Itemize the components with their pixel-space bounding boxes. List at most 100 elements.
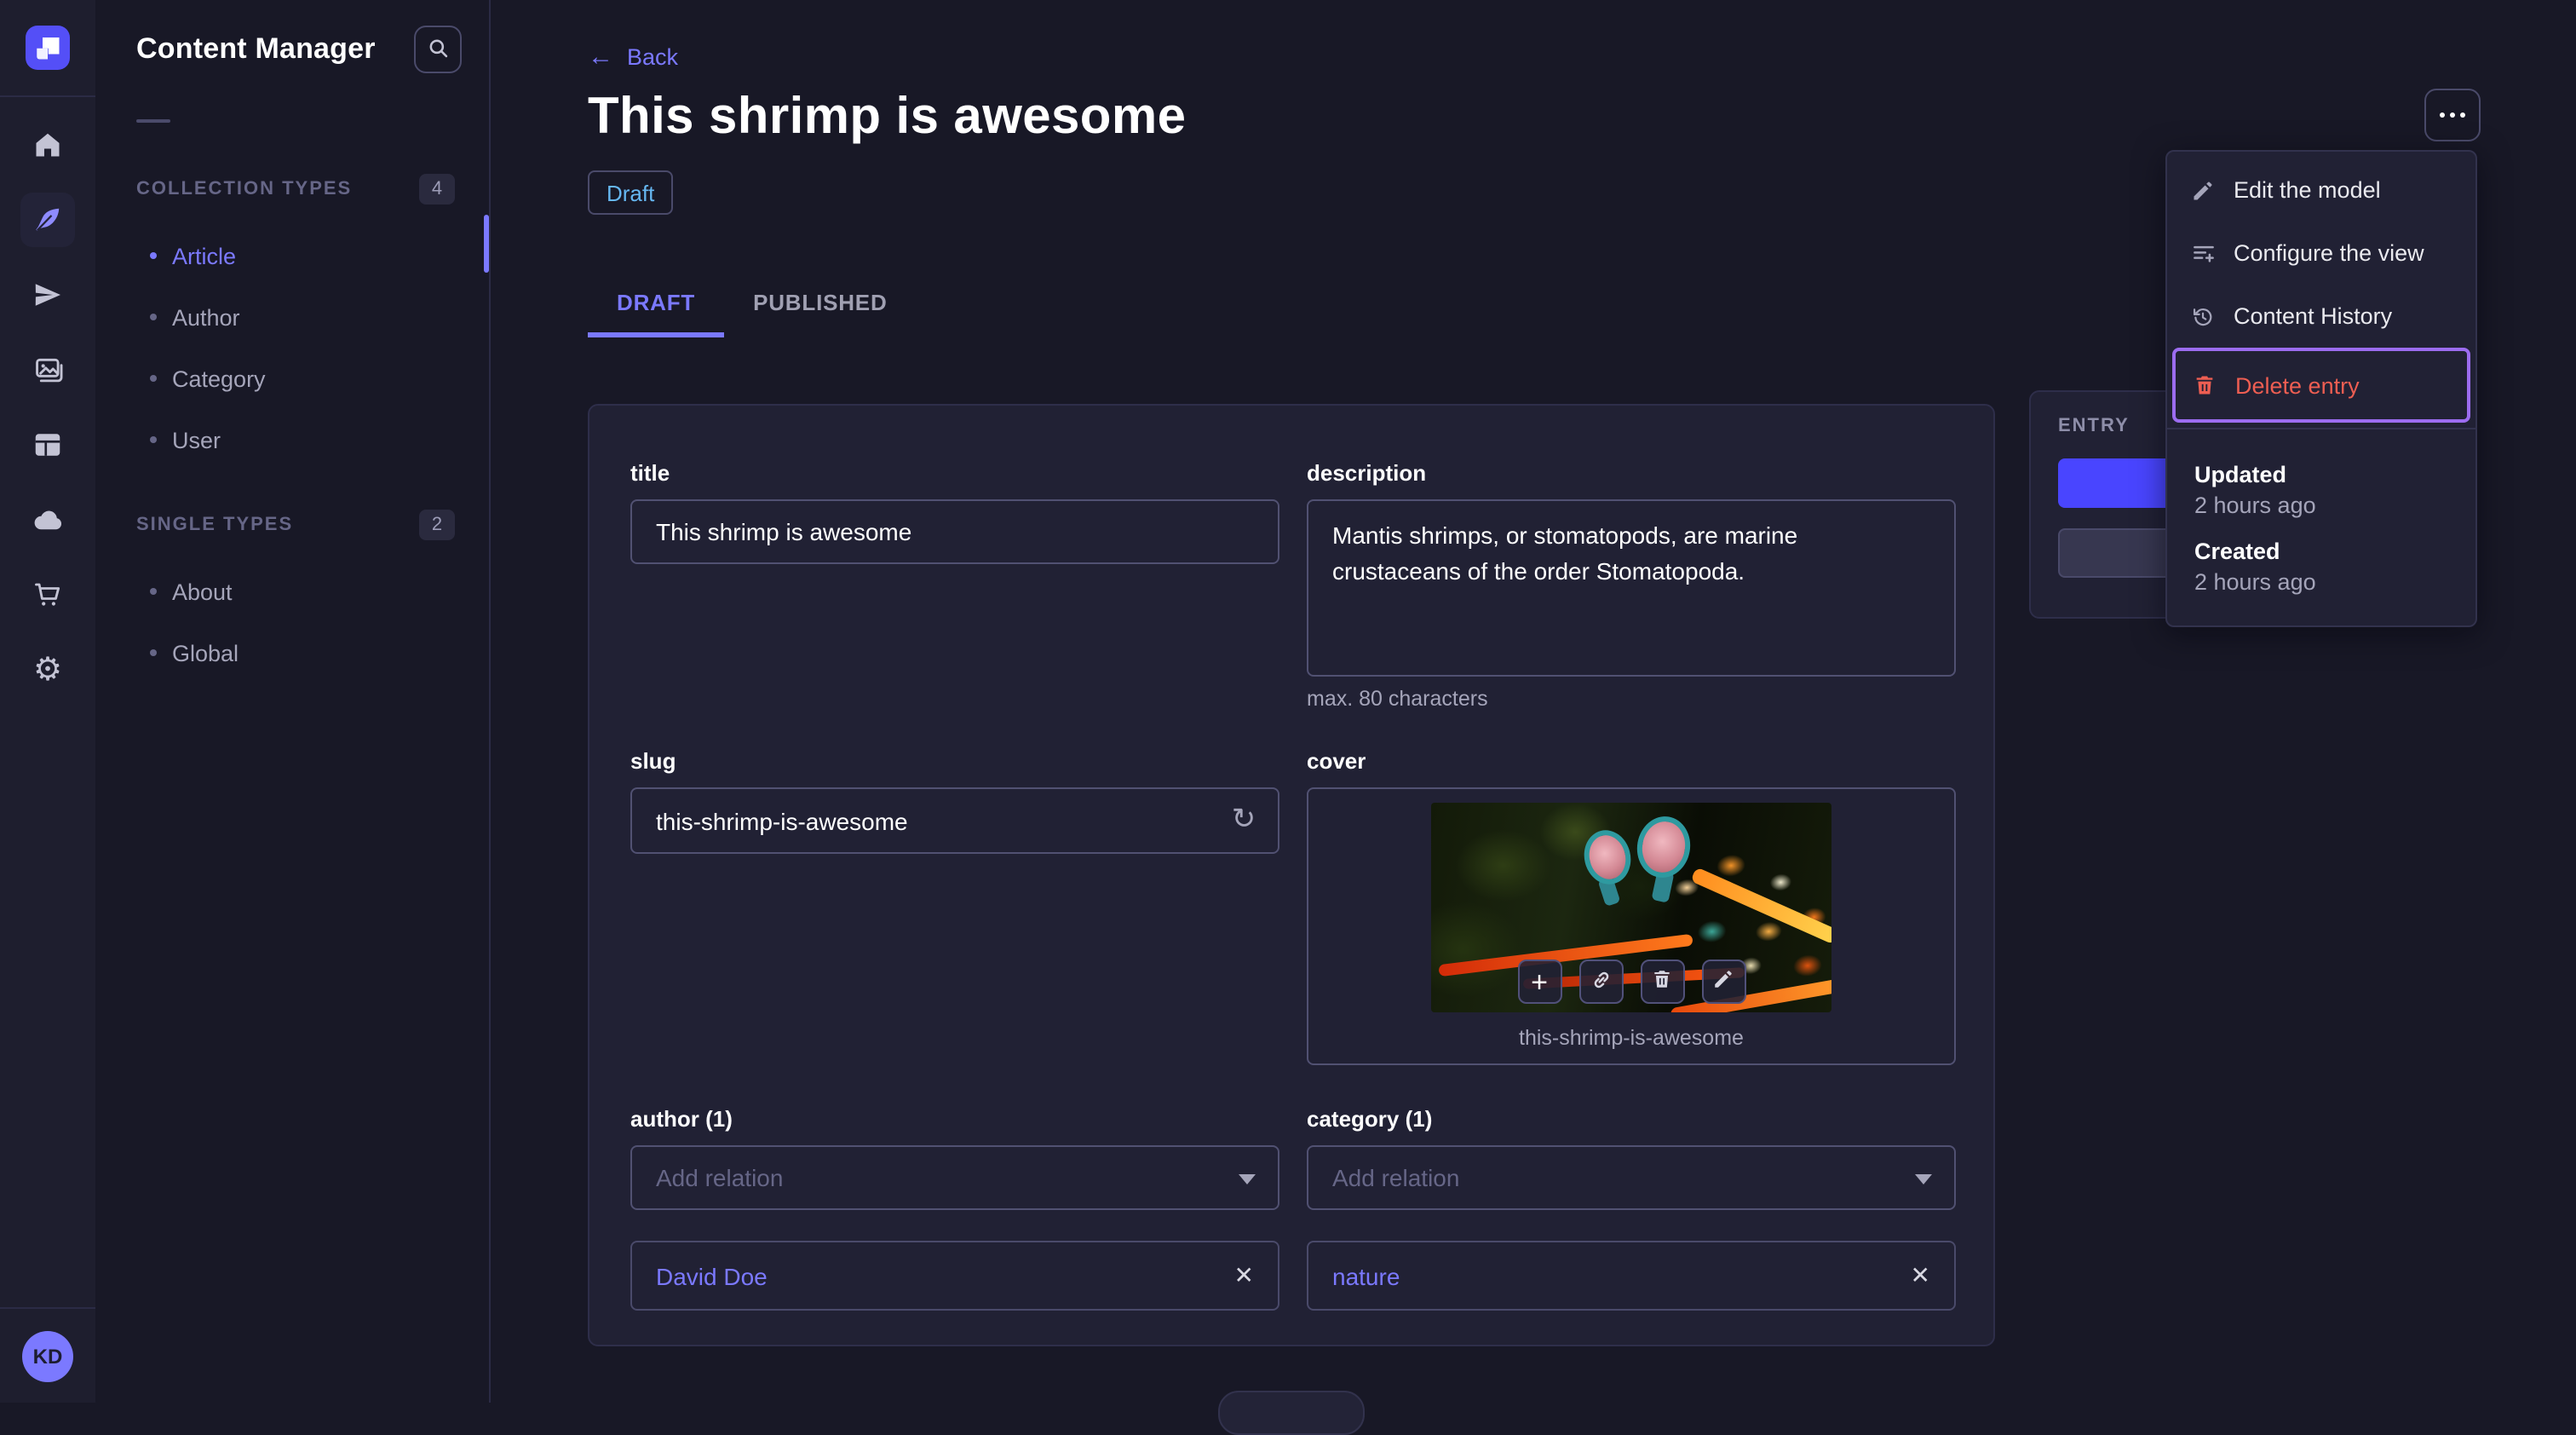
- main-navbar: ⚙ KD: [0, 0, 97, 1403]
- sidebar-item-author[interactable]: Author: [95, 286, 489, 348]
- back-arrow-icon: ←: [588, 42, 613, 71]
- plus-icon: +: [1531, 965, 1548, 998]
- more-actions-button[interactable]: [2424, 89, 2481, 141]
- single-types-count-badge: 2: [419, 510, 455, 540]
- content-manager-subnav: Content Manager COLLECTION TYPES 4 Artic…: [95, 0, 491, 1403]
- cover-filename: this-shrimp-is-awesome: [1519, 1026, 1744, 1050]
- search-button[interactable]: [414, 26, 462, 73]
- user-avatar[interactable]: KD: [22, 1331, 73, 1382]
- dot-icon: [2440, 112, 2445, 118]
- remove-relation-icon[interactable]: ✕: [1911, 1261, 1930, 1290]
- field-author: author (1) Add relation David Doe ✕: [630, 1106, 1279, 1311]
- form-grid: title description Mantis shrimps, or sto…: [630, 460, 1956, 1311]
- menu-item-edit-model[interactable]: Edit the model: [2167, 158, 2475, 222]
- sidebar-item-label: About: [172, 579, 233, 604]
- author-add-relation-combobox[interactable]: Add relation: [630, 1145, 1279, 1210]
- slug-label: slug: [630, 748, 676, 774]
- category-relation-link[interactable]: nature: [1332, 1262, 1400, 1289]
- bullet-icon: [150, 649, 157, 656]
- sidebar-item-user[interactable]: User: [95, 409, 489, 470]
- edit-asset-button[interactable]: [1701, 960, 1745, 1004]
- field-description: description Mantis shrimps, or stomatopo…: [1307, 460, 1956, 711]
- app-root: ⚙ KD Content Manager COLLECTION TYPES 4: [0, 0, 2576, 1435]
- bullet-icon: [150, 588, 157, 595]
- user-initials: KD: [32, 1345, 63, 1369]
- category-add-relation-combobox[interactable]: Add relation: [1307, 1145, 1956, 1210]
- navbar-icon-list: ⚙: [0, 107, 95, 707]
- history-icon: [2189, 304, 2217, 328]
- more-actions-menu: Edit the model Configure the view Conten…: [2165, 150, 2477, 627]
- description-label: description: [1307, 460, 1427, 486]
- menu-item-label: Delete entry: [2235, 372, 2360, 398]
- menu-item-configure-view[interactable]: Configure the view: [2167, 222, 2475, 285]
- sidebar-item-label: User: [172, 427, 221, 452]
- subnav-header: Content Manager: [95, 0, 489, 73]
- chevron-down-icon: [1239, 1174, 1256, 1184]
- sidebar-item-article[interactable]: Article: [95, 225, 489, 286]
- nav-releases-button[interactable]: [0, 257, 95, 332]
- description-textarea[interactable]: Mantis shrimps, or stomatopods, are mari…: [1307, 499, 1956, 677]
- updated-label: Updated: [2194, 462, 2286, 487]
- menu-item-label: Content History: [2234, 303, 2393, 329]
- navbar-divider: [0, 95, 95, 97]
- search-icon: [426, 35, 450, 64]
- copy-link-button[interactable]: [1578, 960, 1623, 1004]
- author-relation-link[interactable]: David Doe: [656, 1262, 768, 1289]
- nav-home-button[interactable]: [0, 107, 95, 182]
- menu-item-content-history[interactable]: Content History: [2167, 285, 2475, 348]
- sidebar-item-label: Global: [172, 640, 239, 666]
- main-content: ← Back This shrimp is awesome Draft DRAF…: [489, 0, 2576, 1435]
- slug-input[interactable]: [630, 787, 1279, 854]
- trash-icon: [1651, 968, 1673, 995]
- author-placeholder: Add relation: [656, 1164, 784, 1191]
- updated-block: Updated 2 hours ago: [2194, 462, 2448, 518]
- link-icon: [1589, 967, 1613, 996]
- author-label: author (1): [630, 1106, 733, 1132]
- cover-image-mantis-shrimp[interactable]: +: [1431, 803, 1831, 1012]
- nav-content-manager-button[interactable]: [0, 182, 95, 257]
- sidebar-item-category[interactable]: Category: [95, 348, 489, 409]
- back-label: Back: [627, 44, 679, 70]
- regenerate-slug-button[interactable]: ↻: [1225, 801, 1262, 839]
- back-link[interactable]: ← Back: [588, 42, 679, 71]
- strapi-logo-icon: [37, 37, 60, 60]
- remove-relation-icon[interactable]: ✕: [1234, 1261, 1254, 1290]
- menu-item-delete-entry[interactable]: Delete entry: [2172, 348, 2470, 423]
- sidebar-item-global[interactable]: Global: [95, 622, 489, 683]
- tab-draft[interactable]: DRAFT: [588, 280, 725, 337]
- version-tabs: DRAFT PUBLISHED: [588, 280, 917, 337]
- description-hint: max. 80 characters: [1307, 687, 1488, 711]
- menu-item-label: Edit the model: [2234, 177, 2381, 203]
- status-badge: Draft: [588, 170, 674, 215]
- delete-asset-button[interactable]: [1640, 960, 1684, 1004]
- list-settings-icon: [2189, 240, 2217, 266]
- add-asset-button[interactable]: +: [1517, 960, 1561, 1004]
- bullet-icon: [150, 375, 157, 382]
- nav-media-library-button[interactable]: [0, 332, 95, 407]
- sidebar-item-about[interactable]: About: [95, 561, 489, 622]
- chevron-down-icon: [1915, 1174, 1932, 1184]
- nav-content-type-builder-button[interactable]: [0, 407, 95, 482]
- strapi-logo[interactable]: [26, 26, 70, 70]
- collection-types-header: COLLECTION TYPES 4: [136, 174, 455, 205]
- cover-actions: +: [1517, 960, 1745, 1004]
- nav-cloud-button[interactable]: [0, 482, 95, 557]
- category-relation-item: nature ✕: [1307, 1241, 1956, 1311]
- created-value: 2 hours ago: [2194, 569, 2316, 595]
- nav-marketplace-button[interactable]: [0, 557, 95, 632]
- menu-item-label: Configure the view: [2234, 240, 2424, 266]
- gear-icon: ⚙: [32, 652, 63, 688]
- entry-form-card: title description Mantis shrimps, or sto…: [588, 404, 1995, 1346]
- pencil-icon: [2189, 178, 2217, 202]
- dot-icon: [2450, 112, 2455, 118]
- tab-published[interactable]: PUBLISHED: [724, 280, 916, 337]
- bullet-icon: [150, 252, 157, 259]
- title-input[interactable]: [630, 499, 1279, 564]
- subnav-title: Content Manager: [136, 32, 376, 65]
- dot-icon: [2460, 112, 2465, 118]
- title-label: title: [630, 460, 670, 486]
- subnav-divider: [136, 119, 170, 123]
- navbar-bottom-divider: [0, 1307, 95, 1309]
- nav-settings-button[interactable]: ⚙: [0, 632, 95, 707]
- sidebar-item-label: Author: [172, 304, 240, 330]
